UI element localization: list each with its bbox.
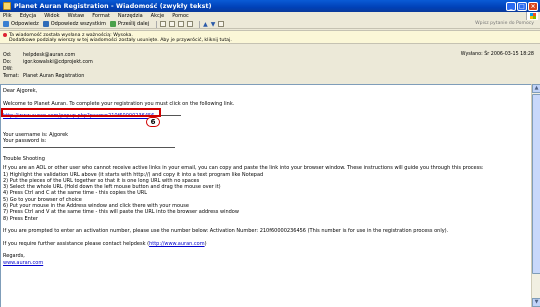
menu-file[interactable]: Plik bbox=[3, 13, 12, 19]
help-icon[interactable] bbox=[218, 21, 225, 27]
scrollbar-thumb[interactable] bbox=[532, 94, 540, 274]
forward-label: Prześlij dalej bbox=[118, 21, 150, 27]
importance-text: Ta wiadomość została wysłana z ważnością… bbox=[9, 32, 133, 38]
toolbar-separator bbox=[156, 20, 158, 28]
assistance-prefix: If you require further assistance please… bbox=[3, 240, 150, 247]
sent-date: Wysłano: Śr 2006-03-15 18:28 bbox=[461, 52, 534, 57]
line-break-notice[interactable]: Dodatkowe podziały wierszy w tej wiadomo… bbox=[3, 38, 537, 44]
info-bar: Ta wiadomość została wysłana z ważnością… bbox=[0, 30, 540, 44]
message-icon bbox=[3, 2, 11, 10]
title-bar: Planet Auran Registration - Wiadomość (z… bbox=[0, 0, 540, 12]
cc-row: DW: bbox=[3, 66, 23, 72]
from-label: Od: bbox=[3, 52, 12, 58]
menu-help[interactable]: Pomoc bbox=[172, 13, 189, 19]
to-label: Do: bbox=[3, 59, 12, 65]
assistance-suffix: ) bbox=[204, 240, 207, 247]
close-button[interactable]: × bbox=[528, 1, 538, 11]
cc-label: DW: bbox=[3, 66, 13, 72]
menu-edit[interactable]: Edycja bbox=[20, 13, 37, 19]
subject-value: Planet Auran Registration bbox=[23, 73, 85, 79]
forward-icon bbox=[110, 21, 116, 27]
message-body[interactable]: Dear Ajgorek, Welcome to Planet Auran. T… bbox=[0, 84, 531, 307]
reply-icon bbox=[3, 21, 9, 27]
reply-button[interactable]: Odpowiedz bbox=[3, 21, 39, 27]
maximize-button[interactable]: □ bbox=[517, 1, 527, 11]
message-headers: Od: helpdesk@auran.com Do: igor.kowalski… bbox=[0, 50, 540, 83]
delete-icon[interactable] bbox=[187, 21, 194, 27]
troubleshoot-intro: If you are an AOL or other user who cann… bbox=[3, 165, 484, 172]
password-line: Your password is: bbox=[3, 138, 47, 145]
toolbar: Odpowiedz Odpowiedz wszystkim Prześlij d… bbox=[0, 20, 540, 29]
sent-label: Wysłano: bbox=[460, 52, 483, 57]
windows-logo-icon bbox=[526, 12, 538, 20]
menu-bar: Plik Edycja Widok Wstaw Format Narzędzia… bbox=[0, 12, 540, 20]
divider bbox=[158, 115, 181, 117]
from-value[interactable]: helpdesk@auran.com bbox=[23, 53, 75, 58]
window-controls: _ □ × bbox=[506, 1, 538, 11]
to-value[interactable]: igor.kowalski@cdprojekt.com bbox=[23, 60, 93, 65]
reply-all-button[interactable]: Odpowiedz wszystkim bbox=[42, 21, 106, 27]
from-row: Od: helpdesk@auran.com bbox=[3, 52, 75, 58]
minimize-button[interactable]: _ bbox=[506, 1, 516, 11]
options-icon[interactable] bbox=[178, 21, 185, 27]
line-break-text[interactable]: Dodatkowe podziały wierszy w tej wiadomo… bbox=[9, 38, 232, 43]
link-highlight-box bbox=[1, 108, 161, 117]
reply-all-icon bbox=[42, 21, 49, 27]
previous-item-icon[interactable]: ▲ bbox=[203, 21, 208, 28]
toolbar-separator bbox=[199, 20, 201, 28]
window-title: Planet Auran Registration - Wiadomość (z… bbox=[14, 2, 212, 10]
next-item-icon[interactable]: ▼ bbox=[211, 21, 216, 28]
divider bbox=[3, 146, 175, 148]
to-row: Do: igor.kowalski@cdprojekt.com bbox=[3, 59, 93, 65]
menu-actions[interactable]: Akcje bbox=[151, 13, 165, 19]
sent-value: Śr 2006-03-15 18:28 bbox=[484, 52, 534, 57]
signature-link[interactable]: www.auran.com bbox=[3, 260, 43, 266]
scroll-up-icon[interactable]: ▲ bbox=[532, 84, 540, 93]
scroll-down-icon[interactable]: ▼ bbox=[532, 298, 540, 307]
menu-tools[interactable]: Narzędzia bbox=[118, 13, 143, 19]
menu-format[interactable]: Format bbox=[92, 13, 110, 19]
subject-label: Temat: bbox=[3, 73, 20, 79]
menu-insert[interactable]: Wstaw bbox=[68, 13, 85, 19]
vertical-scrollbar[interactable]: ▲ ▼ bbox=[531, 84, 540, 307]
help-search-input[interactable]: Wpisz pytanie do Pomocy bbox=[475, 21, 534, 26]
subject-row: Temat: Planet Auran Registration bbox=[3, 73, 84, 79]
print-icon[interactable] bbox=[160, 21, 167, 27]
flag-icon[interactable] bbox=[169, 21, 176, 27]
importance-icon bbox=[3, 33, 7, 38]
forward-button[interactable]: Prześlij dalej bbox=[110, 21, 149, 27]
step-badge: 6 bbox=[146, 117, 160, 127]
reply-all-label: Odpowiedz wszystkim bbox=[50, 21, 106, 27]
helpdesk-link[interactable]: http://www.auran.com bbox=[149, 241, 205, 247]
reply-label: Odpowiedz bbox=[11, 21, 39, 27]
menu-view[interactable]: Widok bbox=[44, 13, 59, 19]
